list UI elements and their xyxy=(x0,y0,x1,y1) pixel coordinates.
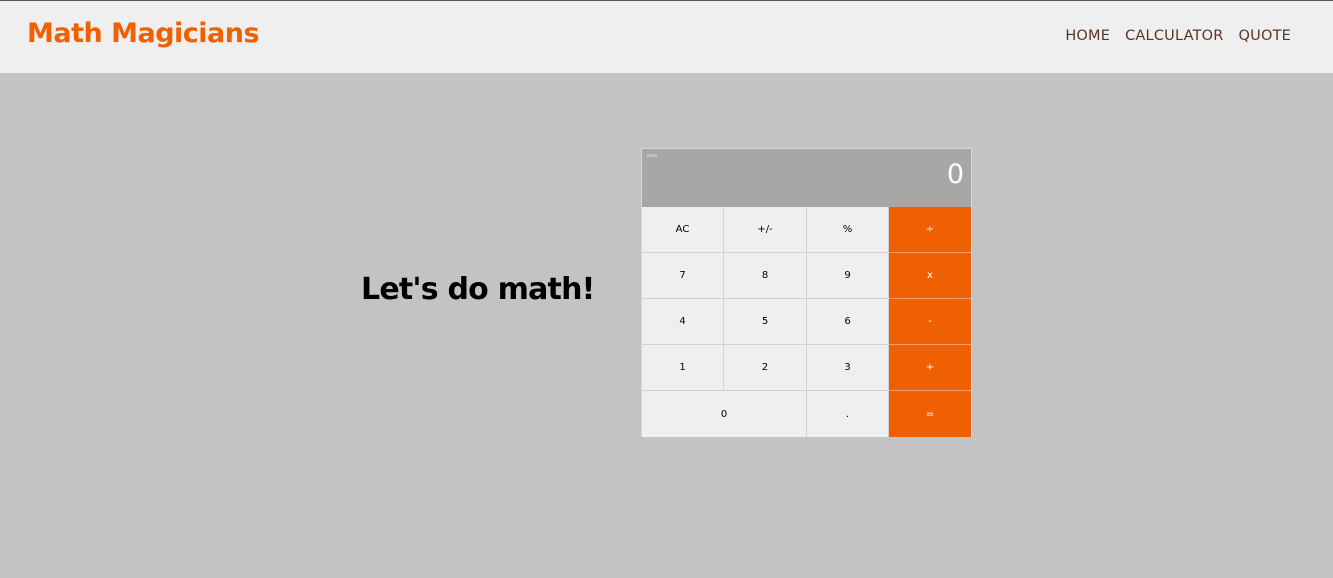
page-headline: Let's do math! xyxy=(361,272,595,307)
key-1[interactable]: 1 xyxy=(642,345,724,391)
key-divide[interactable]: ÷ xyxy=(889,207,971,253)
key-sign[interactable]: +/- xyxy=(724,207,807,253)
key-ac[interactable]: AC xyxy=(642,207,724,253)
key-plus[interactable]: + xyxy=(889,345,971,391)
nav-link-quote[interactable]: QUOTE xyxy=(1239,28,1291,44)
site-header: Math Magicians HOME CALCULATOR QUOTE xyxy=(0,1,1333,73)
calculator-display: 0 xyxy=(642,149,971,207)
key-4[interactable]: 4 xyxy=(642,299,724,345)
key-6[interactable]: 6 xyxy=(807,299,889,345)
previous-operation xyxy=(647,154,657,157)
display-value: 0 xyxy=(946,159,964,190)
key-percent[interactable]: % xyxy=(807,207,889,253)
main-nav: HOME CALCULATOR QUOTE xyxy=(1065,28,1291,44)
key-8[interactable]: 8 xyxy=(724,253,807,299)
key-minus[interactable]: - xyxy=(889,299,971,345)
key-7[interactable]: 7 xyxy=(642,253,724,299)
key-5[interactable]: 5 xyxy=(724,299,807,345)
key-2[interactable]: 2 xyxy=(724,345,807,391)
nav-link-home[interactable]: HOME xyxy=(1065,28,1110,44)
key-0[interactable]: 0 xyxy=(642,391,807,437)
brand-logo[interactable]: Math Magicians xyxy=(27,18,260,49)
key-equals[interactable]: = xyxy=(889,391,971,437)
calculator-keypad: AC +/- % ÷ 7 8 9 x 4 5 6 - 1 2 3 + 0 . = xyxy=(642,207,971,437)
nav-link-calculator[interactable]: CALCULATOR xyxy=(1125,28,1223,44)
key-multiply[interactable]: x xyxy=(889,253,971,299)
calculator: 0 AC +/- % ÷ 7 8 9 x 4 5 6 - 1 2 3 + 0 .… xyxy=(641,148,972,437)
key-3[interactable]: 3 xyxy=(807,345,889,391)
key-9[interactable]: 9 xyxy=(807,253,889,299)
key-dot[interactable]: . xyxy=(807,391,889,437)
